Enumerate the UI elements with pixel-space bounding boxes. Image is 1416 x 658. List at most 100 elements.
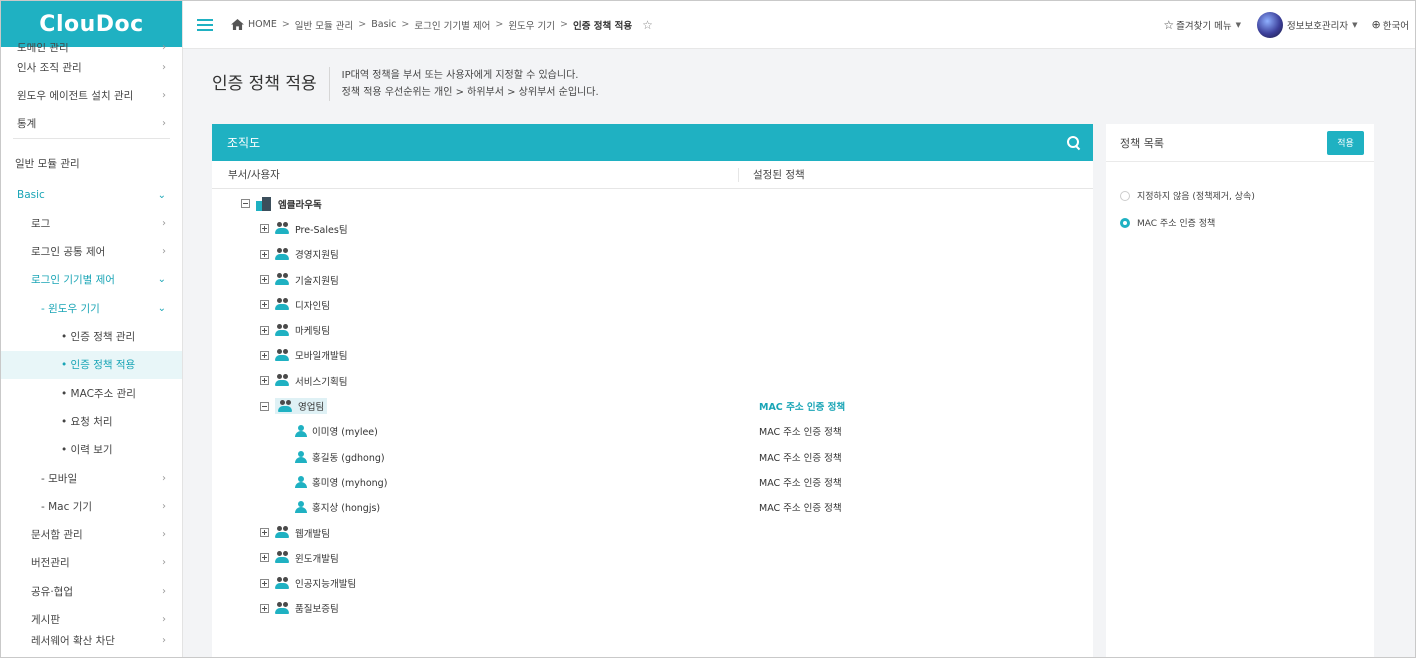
org-chart-header: 조직도 — [212, 124, 1093, 161]
sidebar-item-history[interactable]: • 이력 보기 — [1, 436, 182, 464]
sidebar-menu: 도메인 관리 › 인사 조직 관리 › 윈도우 에이전트 설치 관리 › 통계 › 일반… — [1, 43, 182, 648]
collapse-toggle-icon[interactable] — [260, 401, 269, 411]
sidebar-item-stats[interactable]: 통계 › — [1, 110, 182, 138]
sidebar-item-login-common[interactable]: 로그인 공통 제어 › — [1, 237, 182, 265]
sidebar-item-mobile[interactable]: - 모바일 › — [1, 464, 182, 492]
tree-member[interactable]: 홍길동 (gdhong) MAC 주소 인증 정책 — [212, 444, 1093, 469]
chevron-right-icon: › — [162, 500, 166, 512]
chevron-right-icon: › — [162, 613, 166, 625]
sidebar-item-log[interactable]: 로그 › — [1, 209, 182, 237]
tree-team[interactable]: Pre-Sales팀 — [212, 216, 1093, 241]
breadcrumb-windows-device[interactable]: 윈도우 기기 — [508, 18, 555, 32]
tree-team[interactable]: 경영지원팀 — [212, 242, 1093, 267]
user-icon — [295, 475, 307, 488]
policy-list-panel: 정책 목록 적용 지정하지 않음 (정책제거, 상속) MAC 주소 인증 정책 — [1106, 124, 1374, 657]
apply-button[interactable]: 적용 — [1327, 130, 1364, 155]
tree-team[interactable]: 서비스기획팀 — [212, 368, 1093, 393]
policy-value: MAC 주소 인증 정책 — [759, 503, 842, 515]
tree-team[interactable]: 인공지능개발팀 — [212, 570, 1093, 595]
collapse-toggle-icon[interactable] — [241, 199, 250, 209]
sidebar-item-domain[interactable]: 도메인 관리 › — [1, 43, 182, 53]
expand-toggle-icon[interactable] — [260, 249, 269, 259]
search-icon[interactable] — [1067, 135, 1081, 150]
sidebar-item-board[interactable]: 게시판 › — [1, 605, 182, 633]
chevron-right-icon: › — [162, 472, 166, 484]
chevron-right-icon: › — [162, 585, 166, 597]
home-icon[interactable] — [231, 19, 244, 30]
radio-checked[interactable] — [1120, 217, 1130, 228]
sidebar-item-hr[interactable]: 인사 조직 관리 › — [1, 53, 182, 81]
group-icon — [275, 601, 291, 615]
group-icon — [275, 323, 291, 337]
sidebar-item-agent-install[interactable]: 윈도우 에이전트 설치 관리 › — [1, 81, 182, 109]
policy-value: MAC 주소 인증 정책 — [759, 452, 842, 464]
user-menu[interactable]: 정보보호관리자 ▼ — [1256, 11, 1358, 38]
column-header-user: 부서/사용자 — [212, 167, 739, 182]
sidebar-item-requests[interactable]: • 요청 처리 — [1, 407, 182, 435]
user-icon — [295, 450, 307, 463]
language-selector[interactable]: ⊕ 한국어 — [1372, 18, 1409, 32]
sidebar-item-auth-policy-apply[interactable]: • 인증 정책 적용 — [1, 350, 182, 379]
breadcrumb: HOME > 일반 모듈 관리 > Basic > 로그인 기기별 제어 > 윈도우 기… — [231, 18, 653, 32]
sidebar-item-login-device[interactable]: 로그인 기기별 제어 ⌄ — [1, 266, 182, 294]
policy-option-mac[interactable]: MAC 주소 인증 정책 — [1120, 209, 1374, 236]
policy-value: MAC 주소 인증 정책 — [759, 402, 846, 414]
breadcrumb-home[interactable]: HOME — [248, 19, 277, 30]
chevron-down-icon: ⌄ — [157, 189, 166, 201]
tree-member[interactable]: 이미영 (mylee) MAC 주소 인증 정책 — [212, 419, 1093, 444]
expand-toggle-icon[interactable] — [260, 300, 269, 310]
tree-team[interactable]: 디자인팀 — [212, 292, 1093, 317]
group-icon — [275, 222, 291, 235]
policy-value: MAC 주소 인증 정책 — [759, 477, 842, 489]
star-icon[interactable]: ☆ — [642, 18, 653, 32]
tree-team[interactable]: 웹개발팀 — [212, 520, 1093, 545]
chevron-right-icon: › — [162, 557, 166, 569]
expand-toggle-icon[interactable] — [260, 578, 269, 588]
menu-icon[interactable] — [197, 18, 213, 31]
chevron-right-icon: › — [162, 89, 166, 101]
group-icon — [275, 247, 291, 261]
sidebar-item-docbox[interactable]: 문서함 관리 › — [1, 520, 182, 548]
group-icon — [275, 374, 291, 387]
chevron-right-icon: › — [162, 118, 166, 130]
expand-toggle-icon[interactable] — [260, 350, 269, 360]
chevron-down-icon: ⌄ — [157, 302, 166, 314]
breadcrumb-basic[interactable]: Basic — [371, 19, 396, 30]
radio-unchecked[interactable] — [1120, 190, 1130, 201]
breadcrumb-login-device[interactable]: 로그인 기기별 제어 — [414, 18, 490, 32]
breadcrumb-general-module[interactable]: 일반 모듈 관리 — [295, 18, 353, 32]
policy-option-none[interactable]: 지정하지 않음 (정책제거, 상속) — [1120, 182, 1374, 209]
sidebar-item-basic[interactable]: Basic ⌄ — [1, 181, 182, 209]
globe-icon: ⊕ — [1371, 18, 1381, 31]
column-header-policy: 설정된 정책 — [753, 169, 805, 181]
logo[interactable]: ClouDoc — [1, 1, 182, 47]
sidebar-item-auth-policy-manage[interactable]: • 인증 정책 관리 — [1, 322, 182, 350]
expand-toggle-icon[interactable] — [260, 376, 269, 386]
group-icon — [275, 576, 291, 590]
expand-toggle-icon[interactable] — [260, 224, 269, 234]
tree-member[interactable]: 홍지상 (hongjs) MAC 주소 인증 정책 — [212, 495, 1093, 520]
tree-team[interactable]: 모바일개발팀 — [212, 343, 1093, 368]
tree-team[interactable]: 기술지원팀 — [212, 267, 1093, 292]
chevron-right-icon: › — [162, 43, 166, 53]
tree-team[interactable]: 마케팅팀 — [212, 317, 1093, 342]
tree-root[interactable]: 엠클라우독 — [212, 191, 1093, 216]
tree-member[interactable]: 홍미영 (myhong) MAC 주소 인증 정책 — [212, 469, 1093, 494]
sidebar-item-mac-device[interactable]: - Mac 기기 › — [1, 492, 182, 520]
tree-team[interactable]: 윈도개발팀 — [212, 545, 1093, 570]
sidebar-item-ransomware[interactable]: 레서웨어 확산 차단 › — [1, 634, 182, 648]
tree-team-selected[interactable]: 영업팀 MAC 주소 인증 정책 — [212, 393, 1093, 418]
expand-toggle-icon[interactable] — [260, 603, 269, 613]
expand-toggle-icon[interactable] — [260, 553, 269, 563]
tree-team[interactable]: 품질보증팀 — [212, 596, 1093, 621]
sidebar-item-version[interactable]: 버전관리 › — [1, 549, 182, 577]
expand-toggle-icon[interactable] — [260, 325, 269, 335]
sidebar: ClouDoc 도메인 관리 › 인사 조직 관리 › 윈도우 에이전트 설치 관리… — [1, 1, 183, 657]
sidebar-item-windows-device[interactable]: - 윈도우 기기 ⌄ — [1, 294, 182, 322]
org-chart-title: 조직도 — [227, 136, 261, 150]
expand-toggle-icon[interactable] — [260, 528, 269, 537]
sidebar-item-share[interactable]: 공유·협업 › — [1, 577, 182, 605]
expand-toggle-icon[interactable] — [260, 275, 269, 285]
sidebar-item-mac-manage[interactable]: • MAC주소 관리 — [1, 379, 182, 407]
favorites-menu[interactable]: ☆ 즐겨찾기 메뉴 ▼ — [1163, 18, 1241, 32]
